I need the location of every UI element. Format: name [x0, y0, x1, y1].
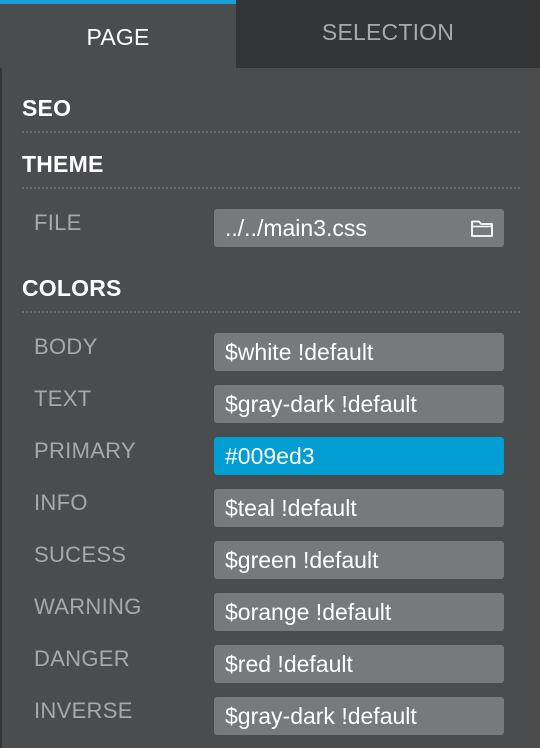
color-label-body: BODY — [34, 334, 98, 359]
section-colors-header[interactable]: COLORS — [22, 275, 520, 313]
color-field-danger[interactable]: $red !default — [214, 645, 504, 683]
color-label-success: SUCESS — [34, 542, 127, 567]
file-field[interactable]: ../../main3.css — [214, 209, 504, 247]
color-field-inverse[interactable]: $gray-dark !default — [214, 697, 504, 735]
panel-edge — [0, 0, 2, 748]
tab-page[interactable]: PAGE — [0, 0, 236, 68]
properties-panel: PAGE SELECTION SEO THEME FILE ../../main… — [0, 0, 540, 748]
color-field-text[interactable]: $gray-dark !default — [214, 385, 504, 423]
tab-bar: PAGE SELECTION — [0, 0, 540, 68]
tab-selection[interactable]: SELECTION — [236, 0, 540, 68]
section-seo-header[interactable]: SEO — [22, 95, 520, 133]
color-label-danger: DANGER — [34, 646, 130, 671]
file-value: ../../main3.css — [225, 214, 367, 241]
file-label: FILE — [34, 210, 82, 235]
section-seo-title: SEO — [22, 95, 72, 121]
section-theme-title: THEME — [22, 151, 104, 177]
color-label-text: TEXT — [34, 386, 92, 411]
section-theme-header[interactable]: THEME — [22, 151, 520, 189]
color-field-success[interactable]: $green !default — [214, 541, 504, 579]
color-field-primary[interactable]: #009ed3 — [214, 437, 504, 475]
color-label-info: INFO — [34, 490, 88, 515]
color-label-inverse: INVERSE — [34, 698, 133, 723]
color-field-body[interactable]: $white !default — [214, 333, 504, 371]
color-field-warning[interactable]: $orange !default — [214, 593, 504, 631]
color-label-primary: PRIMARY — [34, 438, 136, 463]
color-label-warning: WARNING — [34, 594, 142, 619]
section-colors-title: COLORS — [22, 275, 122, 301]
color-field-info[interactable]: $teal !default — [214, 489, 504, 527]
folder-icon[interactable] — [470, 218, 494, 238]
